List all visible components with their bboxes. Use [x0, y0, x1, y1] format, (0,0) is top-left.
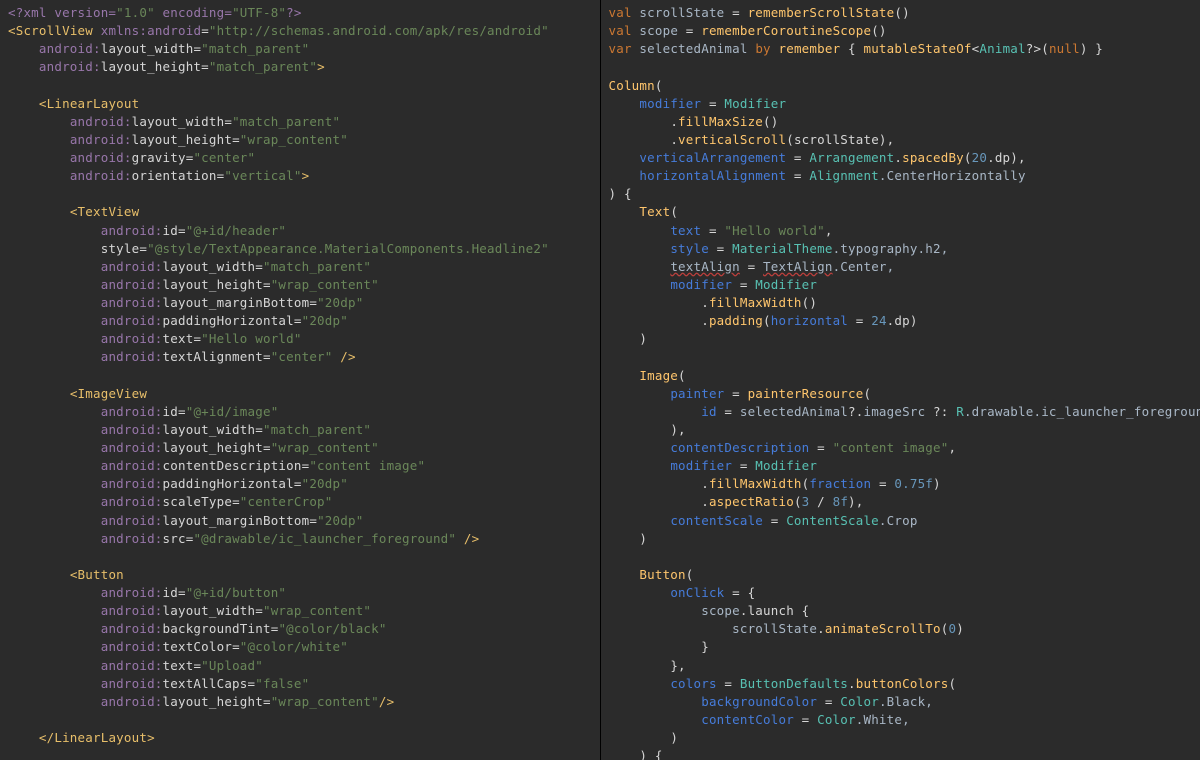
xml-code[interactable]: <?xml version="1.0" encoding="UTF-8"?> <…: [8, 4, 592, 760]
kotlin-pane[interactable]: val scrollState = rememberScrollState() …: [601, 0, 1200, 760]
kotlin-code[interactable]: val scrollState = rememberScrollState() …: [609, 4, 1193, 760]
code-editor-split: <?xml version="1.0" encoding="UTF-8"?> <…: [0, 0, 1200, 760]
xml-pane[interactable]: <?xml version="1.0" encoding="UTF-8"?> <…: [0, 0, 600, 760]
